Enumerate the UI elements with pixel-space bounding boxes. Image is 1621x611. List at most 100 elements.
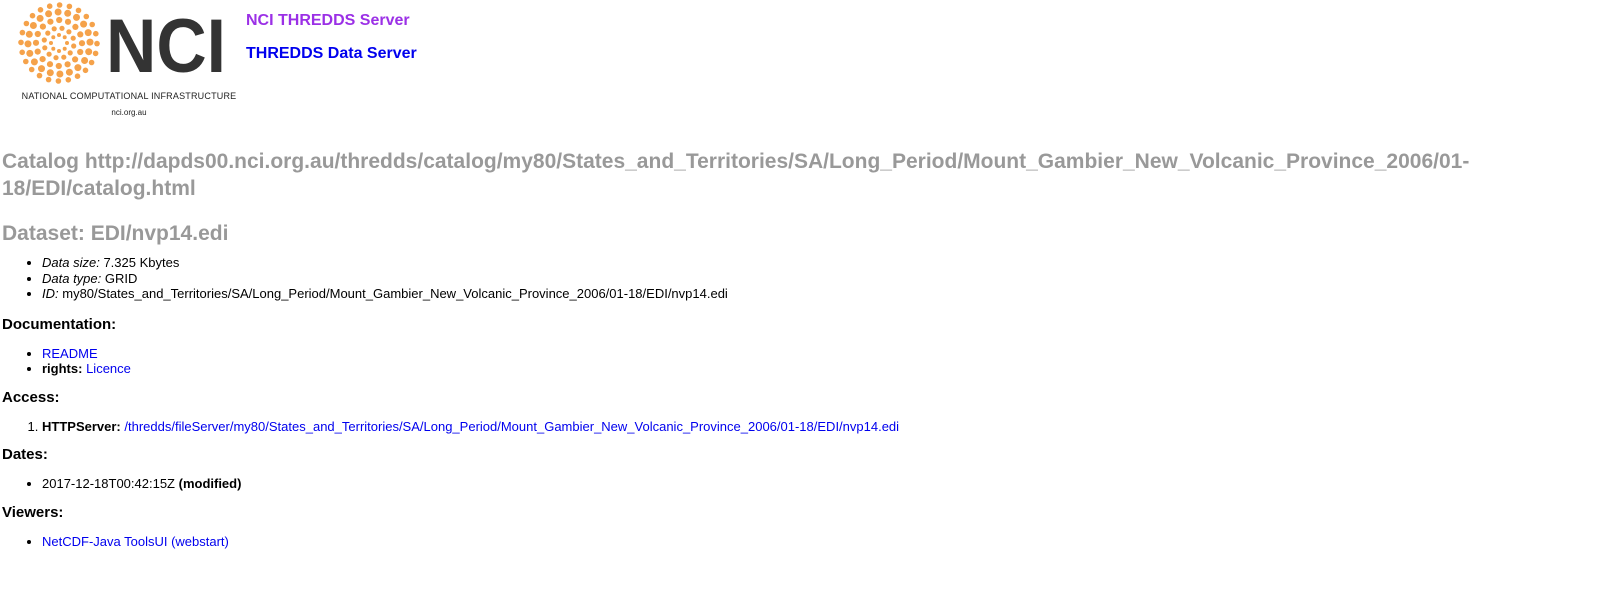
logo-dot (51, 35, 56, 40)
logo-dot (64, 9, 72, 17)
logo-dot (26, 49, 34, 57)
logo-dot (19, 49, 25, 56)
logo-dot (39, 23, 46, 30)
logo-dot (86, 38, 94, 46)
logo-dot (55, 78, 62, 84)
logo-dot (65, 68, 73, 76)
logo-dot (64, 18, 72, 25)
httpserver-link[interactable]: /thredds/fileServer/my80/States_and_Terr… (124, 419, 899, 434)
dataset-heading: Dataset: EDI/nvp14.edi (2, 222, 229, 245)
documentation-heading: Documentation: (2, 315, 117, 333)
page-header: NCI NATIONAL COMPUTATIONAL INFRASTRUCTUR… (0, 0, 1621, 125)
logo-dot (67, 50, 73, 56)
logo-dot (45, 10, 53, 18)
logo-dot (94, 40, 100, 47)
nci-logo[interactable]: NCI NATIONAL COMPUTATIONAL INFRASTRUCTUR… (18, 2, 236, 122)
nci-sunburst-logo-icon: NCI (18, 2, 226, 89)
dates-list: 2017-12-18T00:42:15Z (modified) (2, 476, 1612, 492)
server-subtitle-link[interactable]: THREDDS Data Server (246, 45, 417, 63)
logo-dot (25, 30, 33, 38)
list-item-viewer: NetCDF-Java ToolsUI (webstart) (42, 534, 1612, 550)
logo-dot (80, 20, 88, 28)
logo-dot (74, 64, 82, 72)
dates-heading: Dates: (2, 446, 48, 463)
logo-dot (28, 66, 35, 73)
logo-dot (38, 65, 45, 73)
logo-dot (54, 8, 62, 16)
logo-dot (56, 70, 64, 78)
logo-dot (85, 48, 93, 56)
logo-dot (18, 39, 24, 46)
readme-link[interactable]: README (42, 346, 98, 361)
logo-dot (45, 76, 52, 83)
logo-organization-name: NATIONAL COMPUTATIONAL INFRASTRUCTURE (21, 91, 237, 101)
logo-dot (72, 23, 79, 30)
logo-dot (77, 31, 84, 38)
logo-dot (46, 51, 52, 57)
property-value: my80/States_and_Territories/SA/Long_Peri… (62, 286, 728, 301)
logo-dot (51, 46, 56, 51)
logo-dot (49, 41, 53, 45)
logo-dot (74, 73, 81, 79)
logo-dot (73, 13, 80, 21)
logo-wordmark: NCI (106, 4, 226, 89)
list-item-date: 2017-12-18T00:42:15Z (modified) (42, 476, 1612, 492)
property-value: GRID (104, 270, 138, 286)
logo-dot (81, 57, 89, 64)
viewers-heading: Viewers: (2, 503, 64, 521)
logo-dot (23, 58, 29, 65)
logo-dot (77, 48, 84, 56)
documentation-list: README rights: Licence (2, 346, 1612, 377)
list-item-data-size: Data size: 7.325 Kbytes (42, 255, 1612, 271)
logo-dot (66, 3, 73, 10)
logo-dot (88, 59, 95, 66)
logo-dot (51, 26, 57, 32)
catalog-heading: Catalog http://dapds00.nci.org.au/thredd… (2, 150, 1470, 200)
logo-dot (23, 20, 30, 27)
dataset-properties-list: Data size: 7.325 Kbytes Data type: GRID … (2, 255, 1612, 302)
logo-dot (75, 7, 82, 14)
logo-dot (46, 61, 54, 68)
logo-dot (66, 29, 72, 35)
logo-dot (65, 77, 72, 83)
logo-dot (65, 41, 69, 45)
logo-dot (56, 2, 63, 8)
logo-dot (47, 18, 54, 25)
logo-dot (55, 62, 62, 70)
logo-dot (46, 3, 53, 10)
property-label: Data size: (42, 255, 100, 270)
logo-dot (45, 30, 51, 36)
logo-dot (72, 56, 79, 63)
licence-link[interactable]: Licence (86, 361, 131, 376)
service-label: HTTPServer: (42, 418, 121, 434)
logo-dot (83, 13, 90, 20)
access-heading: Access: (2, 388, 60, 406)
logo-dot (59, 25, 65, 31)
logo-dot (57, 49, 61, 53)
list-item-readme: README (42, 346, 1612, 362)
logo-dot (92, 50, 99, 57)
logo-dot (36, 72, 43, 79)
logo-dot (53, 55, 59, 61)
viewers-list: NetCDF-Java ToolsUI (webstart) (2, 534, 1612, 550)
date-value: 2017-12-18T00:42:15Z (42, 476, 175, 491)
logo-dot (42, 45, 48, 51)
logo-dot (46, 69, 54, 77)
toolsui-webstart-link[interactable]: NetCDF-Java ToolsUI (webstart) (42, 534, 229, 549)
property-label: ID: (42, 286, 59, 301)
list-item-data-type: Data type: GRID (42, 271, 1612, 287)
rights-label: rights: (42, 361, 83, 376)
date-type: (modified) (178, 476, 242, 491)
logo-dot (64, 61, 71, 68)
server-title-link[interactable]: NCI THREDDS Server (246, 12, 410, 30)
logo-dot (19, 29, 26, 36)
list-item-id: ID: my80/States_and_Territories/SA/Long_… (42, 286, 1612, 302)
logo-dot (39, 56, 46, 63)
logo-dot (29, 12, 36, 19)
logo-dot (56, 16, 63, 24)
logo-dot (93, 30, 99, 37)
list-item-httpserver: HTTPServer: /thredds/fileServer/my80/Sta… (42, 419, 1612, 435)
logo-dot (24, 40, 32, 48)
logo-dot (34, 30, 41, 38)
property-value: 7.325 Kbytes (103, 255, 180, 270)
